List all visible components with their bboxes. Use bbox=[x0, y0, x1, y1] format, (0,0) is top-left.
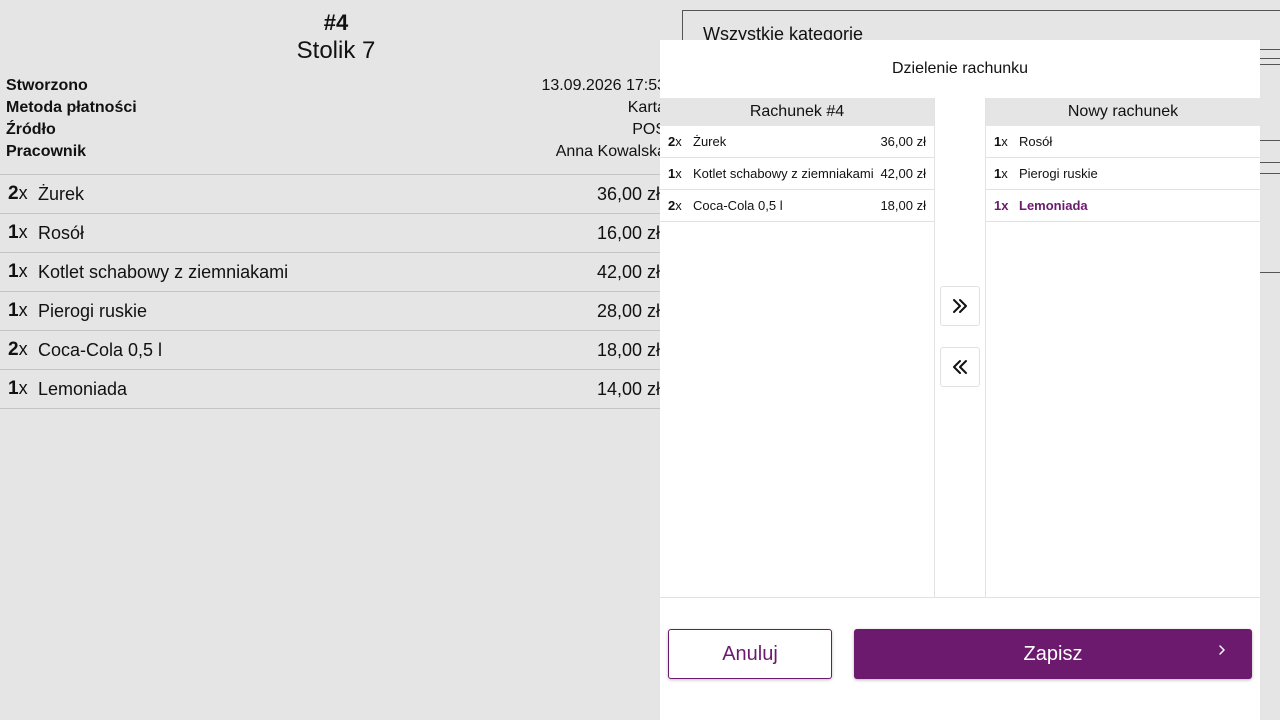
item-name: Lemoniada bbox=[1019, 198, 1088, 213]
order-item-row[interactable]: 1x Pierogi ruskie 28,00 zł bbox=[0, 292, 672, 331]
meta-label: Pracownik bbox=[6, 143, 87, 160]
item-name: Kotlet schabowy z ziemniakami bbox=[693, 166, 874, 181]
background-divider bbox=[1260, 173, 1280, 174]
move-to-new-bill-button[interactable] bbox=[940, 286, 980, 326]
item-name: Coca-Cola 0,5 l bbox=[38, 339, 163, 360]
item-name: Żurek bbox=[38, 183, 85, 204]
source-bill-title: Rachunek #4 bbox=[660, 98, 934, 126]
item-quantity: 1x bbox=[994, 166, 1008, 181]
dialog-footer-divider bbox=[660, 597, 1260, 598]
save-button-label: Zapisz bbox=[1023, 642, 1083, 665]
order-table: Stolik 7 bbox=[296, 37, 376, 64]
item-quantity: 1x bbox=[8, 261, 28, 282]
meta-row-payment: Metoda płatności Karta bbox=[6, 97, 666, 119]
meta-row-created: Stworzono 13.09.2026 17:53 bbox=[6, 75, 666, 97]
source-bill-list: Rachunek #4 2x Żurek 36,00 zł 1x Kotlet … bbox=[660, 98, 935, 598]
item-quantity: 2x bbox=[8, 183, 28, 204]
item-quantity: 1x bbox=[8, 222, 28, 243]
new-bill-item[interactable]: 1x Pierogi ruskie bbox=[986, 158, 1260, 190]
order-number: #4 bbox=[323, 10, 349, 35]
meta-row-source: Źródło POS bbox=[6, 119, 666, 141]
source-bill-item[interactable]: 2x Coca-Cola 0,5 l 18,00 zł bbox=[660, 190, 934, 222]
order-item-row[interactable]: 1x Rosół 16,00 zł bbox=[0, 214, 672, 253]
item-quantity: 2x bbox=[8, 339, 28, 360]
new-bill-item-selected[interactable]: 1x Lemoniada bbox=[986, 190, 1260, 222]
background-divider bbox=[1260, 162, 1280, 163]
item-quantity: 1x bbox=[994, 134, 1008, 149]
new-bill-title: Nowy rachunek bbox=[986, 98, 1260, 126]
dialog-title: Dzielenie rachunku bbox=[891, 60, 1029, 77]
meta-label: Stworzono bbox=[6, 77, 88, 94]
item-name: Coca-Cola 0,5 l bbox=[693, 198, 783, 213]
item-quantity: 1x bbox=[8, 378, 28, 399]
order-item-row[interactable]: 1x Lemoniada 14,00 zł bbox=[0, 370, 672, 409]
cancel-button[interactable]: Anuluj bbox=[668, 629, 832, 679]
source-bill-item[interactable]: 2x Żurek 36,00 zł bbox=[660, 126, 934, 158]
source-bill-item[interactable]: 1x Kotlet schabowy z ziemniakami 42,00 z… bbox=[660, 158, 934, 190]
item-quantity: 1x bbox=[668, 166, 682, 181]
item-name: Pierogi ruskie bbox=[1019, 166, 1098, 181]
save-button[interactable]: Zapisz bbox=[854, 629, 1252, 679]
item-name: Lemoniada bbox=[38, 378, 128, 399]
order-meta: Stworzono 13.09.2026 17:53 Metoda płatno… bbox=[6, 75, 666, 163]
split-bill-dialog: Dzielenie rachunku Rachunek #4 2x Żurek … bbox=[660, 40, 1260, 720]
item-name: Rosół bbox=[1019, 134, 1053, 149]
item-name: Żurek bbox=[693, 134, 727, 149]
item-quantity: 1x bbox=[8, 300, 28, 321]
chevron-right-icon bbox=[1219, 645, 1225, 655]
item-price: 36,00 zł bbox=[880, 134, 926, 149]
item-price: 18,00 zł bbox=[880, 198, 926, 213]
order-item-row[interactable]: 1x Kotlet schabowy z ziemniakami 42,00 z… bbox=[0, 253, 672, 292]
order-panel: #4 Stolik 7 Stworzono 13.09.2026 17:53 M… bbox=[0, 0, 672, 720]
item-price: 42,00 zł bbox=[880, 166, 926, 181]
meta-row-employee: Pracownik Anna Kowalska bbox=[6, 141, 666, 163]
order-item-row[interactable]: 2x Coca-Cola 0,5 l 18,00 zł bbox=[0, 331, 672, 370]
item-quantity: 2x bbox=[668, 134, 682, 149]
new-bill-list: Nowy rachunek 1x Rosół 1x Pierogi ruskie… bbox=[985, 98, 1260, 598]
double-chevron-right-icon bbox=[953, 299, 967, 313]
item-name: Rosół bbox=[38, 222, 85, 243]
background-divider bbox=[1260, 140, 1280, 141]
background-divider bbox=[1260, 58, 1280, 59]
order-item-row[interactable]: 2x Żurek 36,00 zł bbox=[0, 175, 672, 214]
move-to-source-bill-button[interactable] bbox=[940, 347, 980, 387]
meta-label: Źródło bbox=[6, 121, 56, 138]
double-chevron-left-icon bbox=[953, 360, 967, 374]
item-quantity: 1x bbox=[994, 198, 1009, 213]
item-name: Kotlet schabowy z ziemniakami bbox=[38, 261, 289, 282]
meta-label: Metoda płatności bbox=[6, 99, 137, 116]
background-divider bbox=[1260, 272, 1280, 273]
order-items: 2x Żurek 36,00 zł 1x Rosół 16,00 zł 1x K… bbox=[0, 174, 672, 409]
item-name: Pierogi ruskie bbox=[38, 300, 148, 321]
background-divider bbox=[1260, 64, 1280, 65]
new-bill-item[interactable]: 1x Rosół bbox=[986, 126, 1260, 158]
meta-value: 13.09.2026 17:53 bbox=[541, 77, 666, 94]
meta-value: Anna Kowalska bbox=[555, 143, 666, 160]
item-quantity: 2x bbox=[668, 198, 682, 213]
